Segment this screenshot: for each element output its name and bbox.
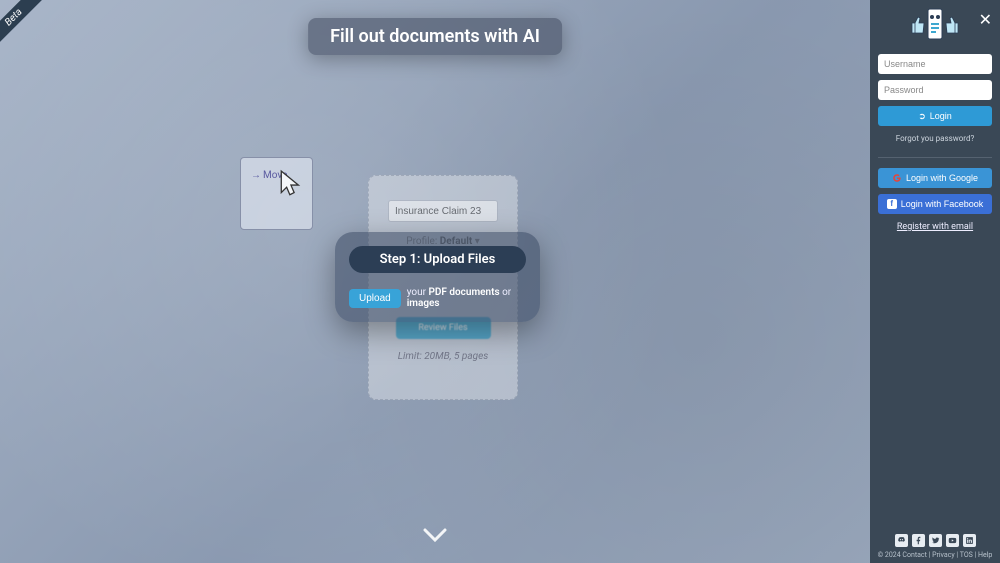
forgot-password-link[interactable]: Forgot you password?	[878, 134, 992, 143]
onboarding-step-bubble: Step 1: Upload Files Upload your PDF doc…	[335, 232, 540, 322]
copyright: © 2024	[878, 551, 901, 559]
step-text-2: PDF documents	[428, 287, 499, 298]
close-sidebar-button[interactable]: ✕	[979, 10, 992, 30]
google-icon	[892, 173, 902, 183]
login-button[interactable]: ➲ Login	[878, 106, 992, 126]
login-label: Login	[930, 111, 952, 121]
login-google-button[interactable]: Login with Google	[878, 168, 992, 188]
app-logo	[905, 4, 965, 44]
username-input[interactable]	[878, 54, 992, 74]
step-text-4: images	[407, 298, 440, 309]
move-label: Move	[263, 170, 287, 181]
footer-tos[interactable]: TOS	[960, 551, 973, 559]
facebook-social-icon[interactable]	[912, 534, 925, 547]
step-text-1: your	[407, 287, 426, 298]
move-card[interactable]: →Move	[240, 157, 313, 230]
divider	[878, 157, 992, 158]
facebook-label: Login with Facebook	[901, 199, 984, 209]
footer-links: © 2024 Contact | Privacy | TOS | Help	[876, 551, 994, 559]
social-row	[876, 534, 994, 547]
upload-button[interactable]: Upload	[349, 289, 401, 308]
sidebar-header: ✕	[870, 0, 1000, 48]
scroll-down-icon[interactable]	[423, 518, 447, 551]
close-icon: ✕	[979, 12, 992, 29]
upload-limit-text: Limit: 20MB, 5 pages	[381, 351, 505, 362]
sidebar-body: ➲ Login Forgot you password? Login with …	[870, 48, 1000, 238]
twitter-icon[interactable]	[929, 534, 942, 547]
document-name-input[interactable]	[388, 200, 498, 222]
linkedin-icon[interactable]	[963, 534, 976, 547]
youtube-icon[interactable]	[946, 534, 959, 547]
password-input[interactable]	[878, 80, 992, 100]
step-instruction: Upload your PDF documents or images	[349, 287, 526, 309]
discord-icon[interactable]	[895, 534, 908, 547]
sidebar-footer: © 2024 Contact | Privacy | TOS | Help	[870, 528, 1000, 563]
login-sidebar: ✕ ➲ Login Forgot you password? Login wit…	[870, 0, 1000, 563]
footer-privacy[interactable]: Privacy	[932, 551, 955, 559]
facebook-icon: f	[887, 199, 897, 209]
login-facebook-button[interactable]: f Login with Facebook	[878, 194, 992, 214]
footer-contact[interactable]: Contact	[902, 551, 926, 559]
footer-help[interactable]: Help	[978, 551, 992, 559]
step-title: Step 1: Upload Files	[349, 246, 526, 273]
step-text-3: or	[502, 287, 511, 298]
register-link[interactable]: Register with email	[878, 222, 992, 232]
google-label: Login with Google	[906, 173, 978, 183]
main-area: Fill out documents with AI Profile: Defa…	[0, 0, 870, 563]
hero-title: Fill out documents with AI	[308, 18, 562, 55]
login-icon: ➲	[918, 111, 926, 122]
arrow-right-icon: →	[251, 170, 261, 181]
